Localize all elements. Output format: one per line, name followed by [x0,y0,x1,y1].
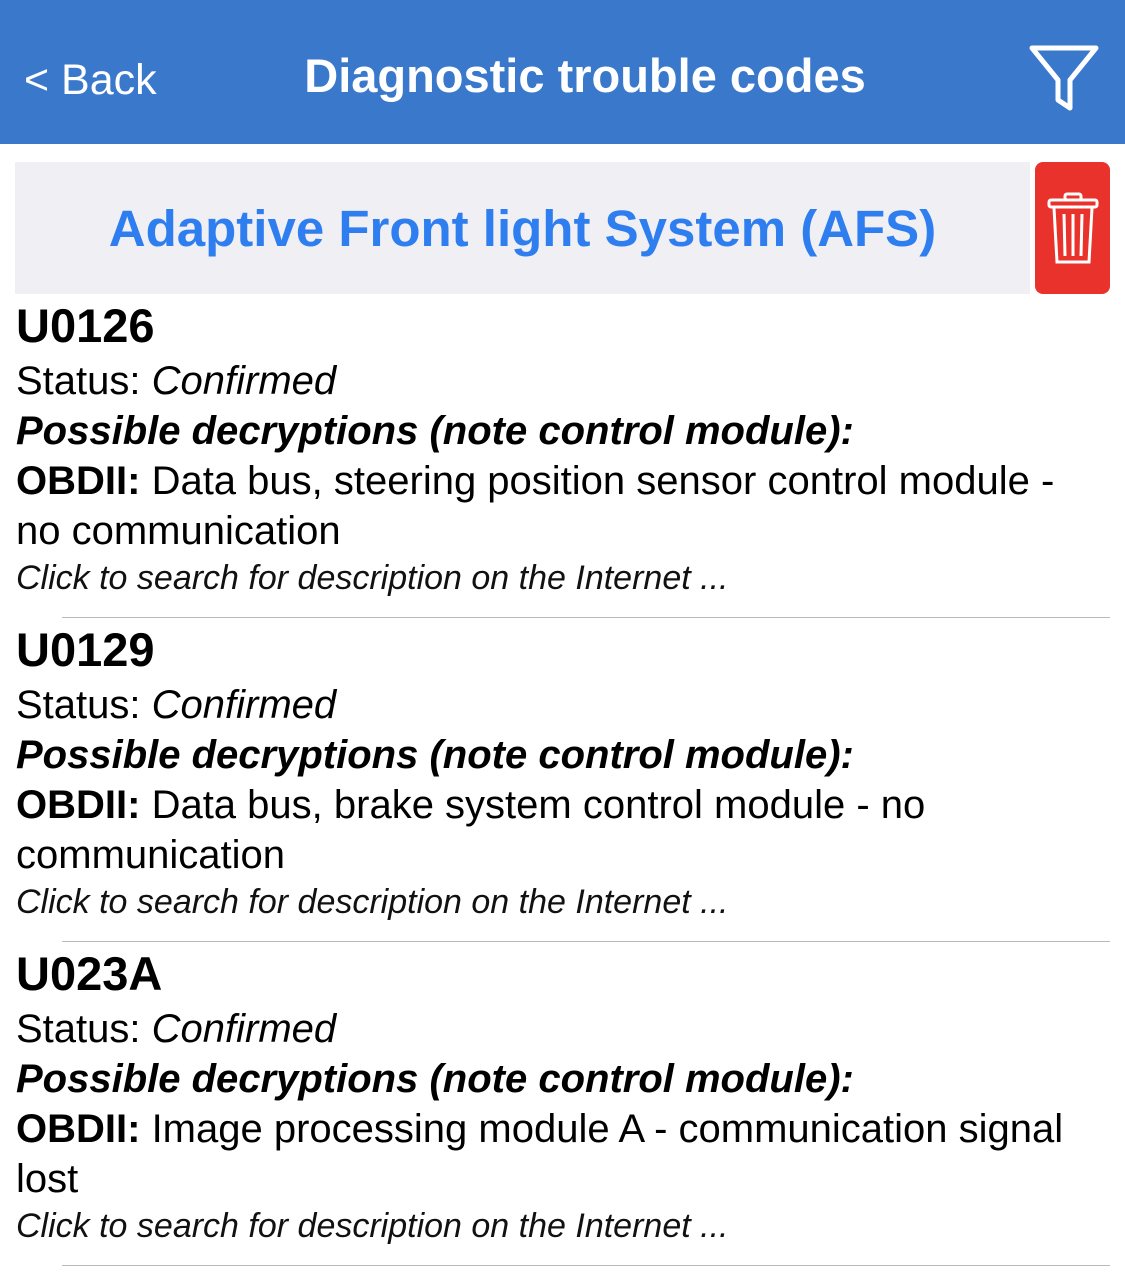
obd-label: OBDII: [16,783,141,827]
status-value: Confirmed [151,1007,337,1051]
dtc-list-item[interactable]: U0126 Status: Confirmed Possible decrypt… [16,296,1111,600]
dtc-description: OBDII: Data bus, brake system control mo… [16,780,1086,880]
search-internet-link[interactable]: Click to search for description on the I… [16,1204,1111,1248]
separator [62,617,1110,618]
section-title: Adaptive Front light System (AFS) [108,199,937,257]
section-header: Adaptive Front light System (AFS) [15,162,1030,294]
status-label: Status: [16,1007,141,1051]
search-internet-link[interactable]: Click to search for description on the I… [16,556,1111,600]
dtc-list-item[interactable]: U023A Status: Confirmed Possible decrypt… [16,944,1111,1248]
description-text: Data bus, brake system control module - … [16,783,926,877]
dtc-code: U0126 [16,299,155,352]
dtc-status: Status: Confirmed [16,356,1111,406]
decryptions-label: Possible decryptions (note control modul… [16,409,854,453]
obd-label: OBDII: [16,1107,141,1151]
decryptions-label: Possible decryptions (note control modul… [16,1057,854,1101]
description-text: Data bus, steering position sensor contr… [16,459,1055,553]
delete-button[interactable] [1035,162,1110,294]
decryptions-label: Possible decryptions (note control modul… [16,733,854,777]
back-button-label: < Back [24,55,157,104]
search-internet-link[interactable]: Click to search for description on the I… [16,880,1111,924]
dtc-status: Status: Confirmed [16,1004,1111,1054]
dtc-description: OBDII: Image processing module A - commu… [16,1104,1086,1204]
navigation-bar: < Back Diagnostic trouble codes [0,0,1125,144]
separator [62,941,1110,942]
description-text: Image processing module A - communicatio… [16,1107,1064,1201]
page-title: Diagnostic trouble codes [304,49,866,102]
separator [62,1265,1110,1266]
dtc-status: Status: Confirmed [16,680,1111,730]
status-value: Confirmed [151,359,337,403]
trash-icon [1047,192,1098,264]
filter-icon [1029,45,1099,111]
dtc-code: U023A [16,947,163,1000]
status-label: Status: [16,683,141,727]
dtc-list-item[interactable]: U0129 Status: Confirmed Possible decrypt… [16,620,1111,924]
dtc-description: OBDII: Data bus, steering position senso… [16,456,1086,556]
obd-label: OBDII: [16,459,141,503]
filter-button[interactable] [1024,38,1104,118]
dtc-code: U0129 [16,623,155,676]
status-label: Status: [16,359,141,403]
back-button[interactable]: < Back [24,52,157,108]
status-value: Confirmed [151,683,337,727]
